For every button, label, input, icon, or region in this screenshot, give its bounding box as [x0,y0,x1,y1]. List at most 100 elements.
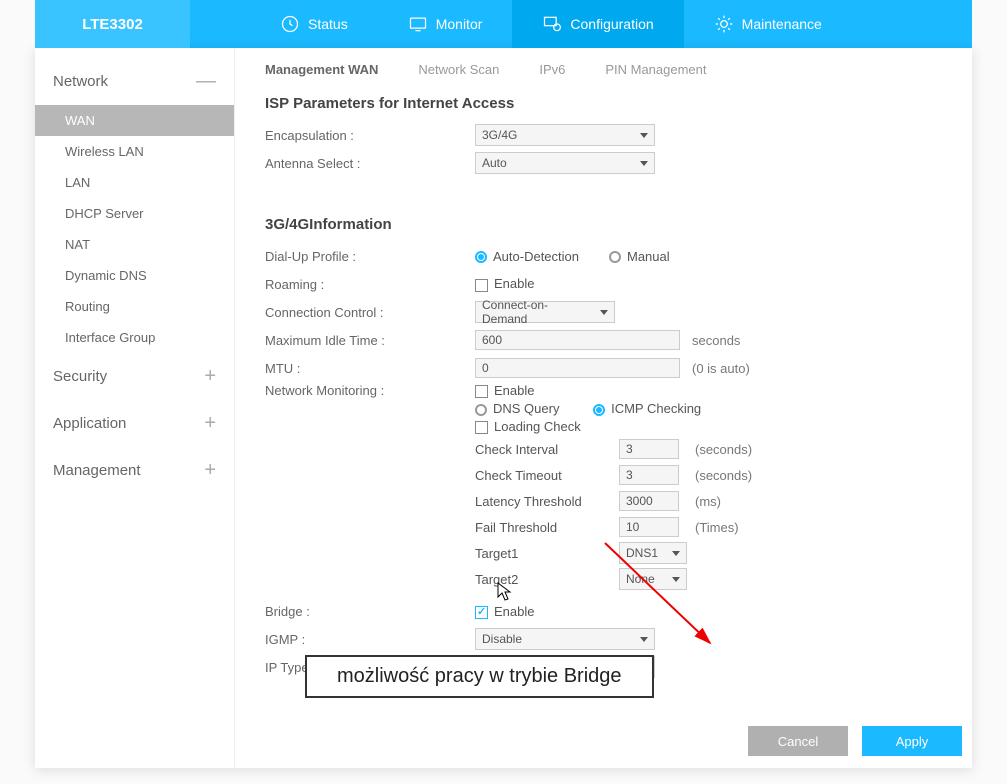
igmp-select[interactable]: Disable [475,628,655,650]
nav-maintenance-label: Maintenance [742,16,822,32]
bridge-label: Bridge : [265,604,475,619]
expand-icon: + [204,365,216,388]
radio-off-icon [609,251,621,263]
netmon-dns-radio[interactable]: DNS Query [475,401,559,416]
antenna-label: Antenna Select : [265,156,475,171]
nav-maintenance[interactable]: Maintenance [684,0,852,48]
sidebar-group-network[interactable]: Network — [35,58,234,105]
mtu-label: MTU : [265,361,475,376]
radio-off-icon [475,404,487,416]
encapsulation-select[interactable]: 3G/4G [475,124,655,146]
netmon-enable-checkbox[interactable]: Enable [475,383,534,398]
subtab-management-wan[interactable]: Management WAN [265,62,378,77]
conn-ctrl-select[interactable]: Connect-on-Demand [475,301,615,323]
check-timeout-label: Check Timeout [475,468,615,483]
nav-status-label: Status [308,16,348,32]
fail-label: Fail Threshold [475,520,615,535]
subtab-pin-management[interactable]: PIN Management [605,62,706,77]
status-icon [280,14,300,34]
latency-input[interactable] [619,491,679,511]
netmon-enable-text: Enable [494,383,534,398]
footer-buttons: Cancel Apply [748,726,962,756]
radio-on-icon [475,251,487,263]
check-interval-input[interactable] [619,439,679,459]
subtab-ipv6[interactable]: IPv6 [539,62,565,77]
sidebar-group-management[interactable]: Management + [35,447,234,494]
sidebar-item-lan[interactable]: LAN [35,167,234,198]
igmp-label: IGMP : [265,632,475,647]
sidebar-application-label: Application [53,415,126,432]
antenna-select[interactable]: Auto [475,152,655,174]
check-interval-unit: (seconds) [695,442,752,457]
dialup-auto-radio[interactable]: Auto-Detection [475,249,579,264]
sidebar-security-label: Security [53,368,107,385]
nav-monitor[interactable]: Monitor [378,0,513,48]
sidebar-management-label: Management [53,462,141,479]
check-timeout-unit: (seconds) [695,468,752,483]
dialup-auto-text: Auto-Detection [493,249,579,264]
dialup-manual-text: Manual [627,249,670,264]
check-timeout-input[interactable] [619,465,679,485]
sidebar-item-interface-group[interactable]: Interface Group [35,322,234,353]
sidebar-group-security[interactable]: Security + [35,353,234,400]
bridge-checkbox[interactable]: Enable [475,604,534,619]
sidebar-item-dhcp-server[interactable]: DHCP Server [35,198,234,229]
sidebar-item-wan[interactable]: WAN [35,105,234,136]
netmon-icmp-text: ICMP Checking [611,401,701,416]
sidebar-group-application[interactable]: Application + [35,400,234,447]
sidebar-item-routing[interactable]: Routing [35,291,234,322]
netmon-loading-checkbox[interactable]: Loading Check [475,419,581,434]
max-idle-label: Maximum Idle Time : [265,333,475,348]
mtu-input[interactable] [475,358,680,378]
target2-select[interactable]: None [619,568,687,590]
fail-unit: (Times) [695,520,739,535]
sidebar-item-dynamic-dns[interactable]: Dynamic DNS [35,260,234,291]
main-panel: Management WAN Network Scan IPv6 PIN Man… [235,48,972,768]
cancel-button[interactable]: Cancel [748,726,848,756]
netmon-loading-text: Loading Check [494,419,581,434]
main-shell: Network — WAN Wireless LAN LAN DHCP Serv… [35,48,972,768]
dialup-manual-radio[interactable]: Manual [609,249,670,264]
radio-on-icon [593,404,605,416]
target1-select[interactable]: DNS1 [619,542,687,564]
checkbox-off-icon [475,279,488,292]
sidebar-network-label: Network [53,73,108,90]
expand-icon: + [204,459,216,482]
roaming-checkbox[interactable]: Enable [475,276,534,291]
checkbox-off-icon [475,385,488,398]
fail-input[interactable] [619,517,679,537]
configuration-icon [542,14,562,34]
nav-configuration[interactable]: Configuration [512,0,683,48]
annotation-box: możliwość pracy w trybie Bridge [305,655,654,698]
topbar: LTE3302 Status Monitor Configuration Mai… [35,0,972,48]
monitor-icon [408,14,428,34]
conn-ctrl-label: Connection Control : [265,305,475,320]
topnav: Status Monitor Configuration Maintenance [250,0,852,48]
sidebar-item-nat[interactable]: NAT [35,229,234,260]
g34-heading: 3G/4GInformation [265,216,942,233]
content-area[interactable]: ISP Parameters for Internet Access Encap… [235,85,972,768]
max-idle-unit: seconds [692,333,740,348]
mtu-hint: (0 is auto) [692,361,750,376]
collapse-icon: — [196,70,216,93]
netmon-icmp-radio[interactable]: ICMP Checking [593,401,701,416]
encapsulation-label: Encapsulation : [265,128,475,143]
sidebar-network-items: WAN Wireless LAN LAN DHCP Server NAT Dyn… [35,105,234,353]
expand-icon: + [204,412,216,435]
apply-button[interactable]: Apply [862,726,962,756]
checkbox-off-icon [475,421,488,434]
target1-label: Target1 [475,546,615,561]
nav-status[interactable]: Status [250,0,378,48]
latency-label: Latency Threshold [475,494,615,509]
roaming-enable-text: Enable [494,276,534,291]
max-idle-input[interactable] [475,330,680,350]
isp-heading: ISP Parameters for Internet Access [265,95,942,112]
nav-monitor-label: Monitor [436,16,483,32]
target2-label: Target2 [475,572,615,587]
check-interval-label: Check Interval [475,442,615,457]
subtab-network-scan[interactable]: Network Scan [418,62,499,77]
subtabs: Management WAN Network Scan IPv6 PIN Man… [235,48,972,85]
roaming-label: Roaming : [265,277,475,292]
netmon-dns-text: DNS Query [493,401,559,416]
sidebar-item-wireless-lan[interactable]: Wireless LAN [35,136,234,167]
